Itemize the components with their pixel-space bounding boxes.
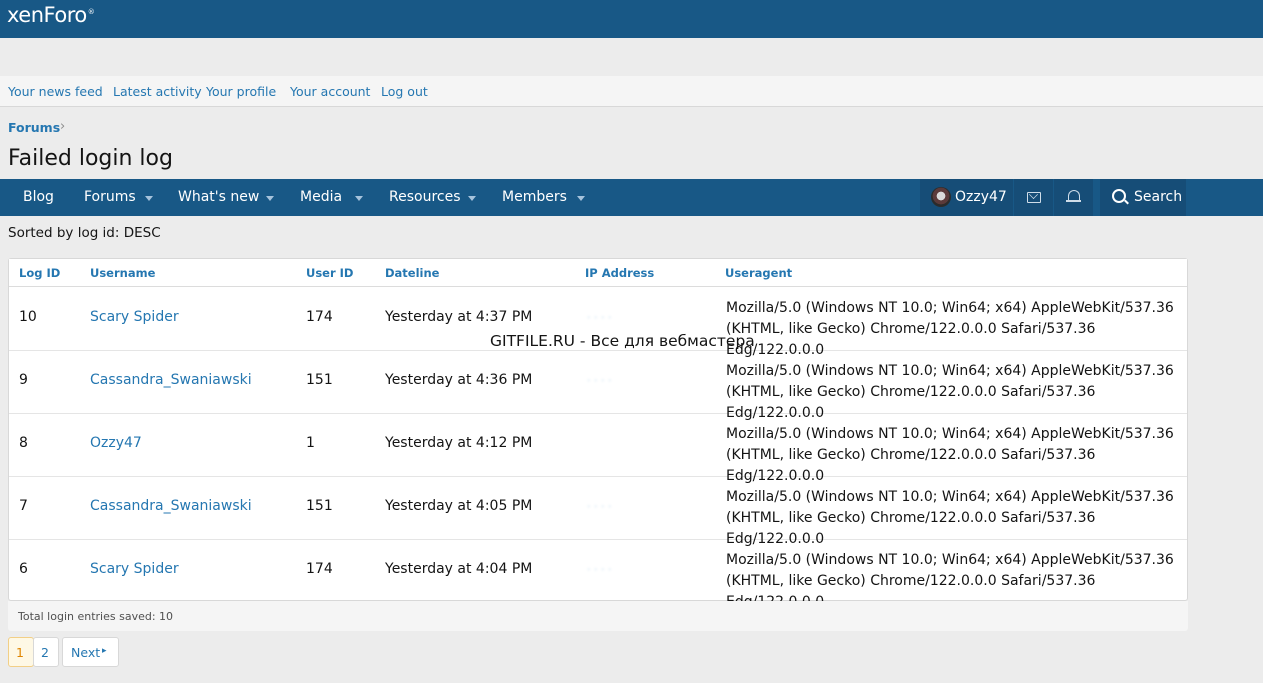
dateline: Yesterday at 4:12 PM (385, 435, 533, 451)
header-dateline[interactable]: Dateline (385, 266, 439, 280)
envelope-icon[interactable] (1027, 192, 1041, 203)
nav-whats-new[interactable]: What's new (178, 189, 259, 205)
sort-info: Sorted by log id: DESC (8, 225, 161, 241)
log-id: 8 (19, 435, 28, 451)
chevron-right-icon: ▸ (102, 646, 107, 656)
page-number: 1 (16, 645, 24, 660)
table-row: 7 Cassandra_Swaniawski 151 Yesterday at … (9, 476, 1187, 547)
ip-address-redacted[interactable]: · · · · (587, 563, 611, 576)
search-icon[interactable] (1112, 189, 1126, 203)
useragent-line: Mozilla/5.0 (Windows NT 10.0; Win64; x64… (726, 300, 1174, 316)
user-id: 174 (306, 309, 333, 325)
nav-members[interactable]: Members (502, 189, 567, 205)
ip-address-redacted[interactable]: · · · · (587, 374, 611, 387)
username-link[interactable]: Cassandra_Swaniawski (90, 498, 252, 514)
site-logo[interactable]: xenForo® (7, 3, 95, 27)
logo-mark: ® (87, 8, 95, 16)
next-page-button[interactable]: Next ▸ (62, 637, 119, 667)
whats-new-dropdown-icon[interactable] (266, 196, 274, 201)
news-feed-link[interactable]: Your news feed (8, 84, 103, 99)
nav-forums[interactable]: Forums (84, 189, 136, 205)
useragent-line: Mozilla/5.0 (Windows NT 10.0; Win64; x64… (726, 552, 1174, 568)
username-link[interactable]: Ozzy47 (90, 435, 142, 451)
log-id: 9 (19, 372, 28, 388)
page-title: Failed login log (8, 146, 173, 171)
useragent-line: Mozilla/5.0 (Windows NT 10.0; Win64; x64… (726, 489, 1174, 505)
useragent-line: Mozilla/5.0 (Windows NT 10.0; Win64; x64… (726, 363, 1174, 379)
search-label[interactable]: Search (1134, 189, 1182, 205)
user-id: 151 (306, 372, 333, 388)
log-out-link[interactable]: Log out (381, 84, 428, 99)
table-row: 8 Ozzy47 1 Yesterday at 4:12 PM Mozilla/… (9, 413, 1187, 484)
your-profile-link[interactable]: Your profile (206, 84, 276, 99)
table-row: 6 Scary Spider 174 Yesterday at 4:04 PM … (9, 539, 1187, 610)
ip-address-redacted[interactable]: · · · · (587, 311, 611, 324)
resources-dropdown-icon[interactable] (468, 196, 476, 201)
members-dropdown-icon[interactable] (577, 196, 585, 201)
chevron-right-icon: › (60, 119, 66, 134)
site-header: xenForo® (0, 0, 1263, 38)
ip-address-redacted[interactable]: · · · · (587, 500, 611, 513)
table-row: 9 Cassandra_Swaniawski 151 Yesterday at … (9, 350, 1187, 421)
watermark-text: GITFILE.RU - Все для вебмастера (490, 332, 755, 350)
your-account-link[interactable]: Your account (290, 84, 370, 99)
nav-blog[interactable]: Blog (23, 189, 54, 205)
useragent-line: Mozilla/5.0 (Windows NT 10.0; Win64; x64… (726, 426, 1174, 442)
forums-dropdown-icon[interactable] (145, 196, 153, 201)
page-number: 2 (41, 645, 49, 660)
username-link[interactable]: Scary Spider (90, 309, 179, 325)
log-id: 6 (19, 561, 28, 577)
dateline: Yesterday at 4:36 PM (385, 372, 533, 388)
header-ip-address[interactable]: IP Address (585, 266, 654, 280)
header-useragent[interactable]: Useragent (725, 266, 792, 280)
log-id: 10 (19, 309, 37, 325)
username-link[interactable]: Cassandra_Swaniawski (90, 372, 252, 388)
failed-login-table: Log ID Username User ID Dateline IP Addr… (8, 258, 1188, 610)
total-entries: Total login entries saved: 10 (18, 610, 174, 623)
nav-resources[interactable]: Resources (389, 189, 461, 205)
user-id: 1 (306, 435, 315, 451)
user-name[interactable]: Ozzy47 (955, 189, 1007, 205)
dateline: Yesterday at 4:37 PM (385, 309, 533, 325)
page-2-button[interactable]: 2 (33, 637, 59, 667)
latest-activity-link[interactable]: Latest activity (113, 84, 202, 99)
account-navigation: Your news feed Latest activity Your prof… (0, 76, 1263, 107)
dateline: Yesterday at 4:05 PM (385, 498, 533, 514)
table-header: Log ID Username User ID Dateline IP Addr… (9, 259, 1187, 287)
header-username[interactable]: Username (90, 266, 155, 280)
username-link[interactable]: Scary Spider (90, 561, 179, 577)
breadcrumb-forums[interactable]: Forums (8, 120, 60, 135)
user-id: 174 (306, 561, 333, 577)
header-log-id[interactable]: Log ID (19, 266, 60, 280)
table-footer: Total login entries saved: 10 (8, 601, 1188, 631)
logo-text: xenForo (7, 3, 87, 27)
dateline: Yesterday at 4:04 PM (385, 561, 533, 577)
bell-icon[interactable] (1066, 190, 1081, 202)
user-id: 151 (306, 498, 333, 514)
page-1-button[interactable]: 1 (8, 637, 34, 667)
log-id: 7 (19, 498, 28, 514)
media-dropdown-icon[interactable] (355, 196, 363, 201)
next-label: Next (71, 645, 101, 660)
nav-media[interactable]: Media (300, 189, 342, 205)
header-user-id[interactable]: User ID (306, 266, 353, 280)
avatar[interactable] (931, 187, 951, 207)
